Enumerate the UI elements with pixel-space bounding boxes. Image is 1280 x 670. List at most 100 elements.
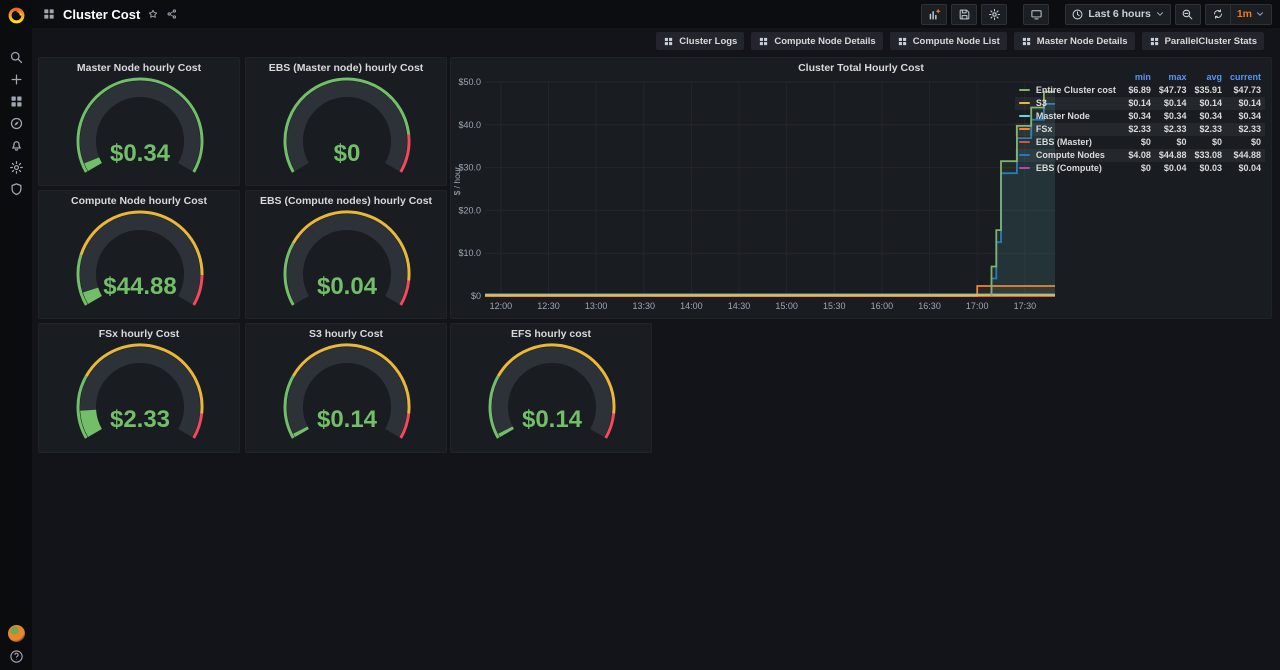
sidebar-item-dashboards[interactable] [0, 90, 32, 112]
time-range-picker[interactable]: Last 6 hours [1065, 3, 1171, 25]
gauge-panel: FSx hourly Cost $2.33 [38, 323, 240, 453]
svg-text:$0: $0 [471, 291, 481, 301]
panel-title[interactable]: Master Node hourly Cost [39, 58, 239, 77]
svg-text:12:30: 12:30 [537, 301, 560, 311]
legend-series-label[interactable]: Compute Nodes [1015, 149, 1120, 162]
gauge-panel: S3 hourly Cost $0.14 [245, 323, 447, 453]
sidebar-item-search[interactable] [0, 46, 32, 68]
apps-icon [9, 94, 24, 109]
grafana-logo[interactable] [0, 0, 32, 30]
sidebar-item-server-admin[interactable] [0, 178, 32, 200]
series-color-swatch [1018, 114, 1030, 117]
legend-stat-min: $0 [1140, 137, 1151, 147]
svg-text:16:00: 16:00 [871, 301, 894, 311]
gear-icon [9, 160, 24, 175]
legend-row: Master Node $0.34 $0.34 $0.34 $0.34 [1015, 110, 1265, 123]
help-icon[interactable] [9, 649, 24, 664]
gauge: $0.14 [488, 343, 616, 439]
gauge-value: $0.34 [110, 140, 171, 167]
user-avatar[interactable] [7, 625, 25, 642]
gauge-panel: EBS (Compute nodes) hourly Cost $0.04 [245, 190, 447, 319]
svg-text:14:30: 14:30 [728, 301, 751, 311]
legend-column-current[interactable]: current [1226, 71, 1265, 84]
dashboard-link-button[interactable]: Compute Node List [889, 32, 1007, 50]
dashboard-link-label: Compute Node List [912, 35, 1000, 47]
page-title[interactable]: Cluster Cost [63, 7, 140, 22]
gauge-panel: Master Node hourly Cost $0.34 [38, 57, 240, 186]
gauge-value: $2.33 [110, 406, 170, 433]
gauge: $0.04 [283, 210, 411, 306]
legend-column-min[interactable]: min [1120, 71, 1155, 84]
series-color-swatch [1018, 127, 1030, 130]
zoom-out-button[interactable] [1174, 3, 1201, 25]
legend-series-label[interactable]: EBS (Master) [1015, 136, 1120, 149]
dashboard-link-button[interactable]: ParallelCluster Stats [1141, 32, 1264, 50]
series-color-swatch [1018, 166, 1030, 169]
legend-series-label[interactable]: S3 [1015, 97, 1120, 110]
sidebar-item-configuration[interactable] [0, 156, 32, 178]
cycle-view-mode-button[interactable] [1023, 3, 1050, 25]
legend-row: S3 $0.14 $0.14 $0.14 $0.14 [1014, 97, 1265, 110]
dashboard-link-button[interactable]: Compute Node Details [751, 32, 883, 50]
svg-text:12:00: 12:00 [490, 301, 513, 311]
svg-text:$20.0: $20.0 [458, 205, 481, 215]
legend-stat-avg: $2.33 [1199, 124, 1222, 134]
panel-title[interactable]: FSx hourly Cost [39, 324, 239, 343]
legend-column-max[interactable]: max [1155, 71, 1191, 84]
add-panel-button[interactable] [921, 3, 948, 25]
time-series-chart[interactable]: $0 $10.0 $20.0 $30.0 $40.0 $50.0 12:00 12:30 13:… [451, 74, 1063, 318]
svg-text:15:30: 15:30 [823, 301, 846, 311]
panel-title[interactable]: EBS (Compute nodes) hourly Cost [246, 191, 446, 210]
legend-stat-min: $0.14 [1128, 98, 1151, 108]
legend-series-label[interactable]: EBS (Compute) [1015, 162, 1120, 175]
sidebar-item-alerting[interactable] [0, 134, 32, 156]
chart-legend: min max avg current Entire Cluster cost $6.… [1014, 71, 1265, 175]
panel-title[interactable]: EBS (Master node) hourly Cost [246, 58, 446, 77]
gauge: $0.34 [76, 77, 204, 173]
sidebar-item-explore[interactable] [0, 112, 32, 134]
gauge: $0 [283, 77, 411, 173]
panel-title[interactable]: S3 hourly Cost [246, 324, 446, 343]
dashboard-link-button[interactable]: Master Node Details [1013, 32, 1135, 50]
legend-column-avg[interactable]: avg [1190, 71, 1226, 84]
refresh-picker: 1m [1204, 3, 1272, 25]
legend-stat-max: $0.04 [1163, 163, 1187, 173]
save-dashboard-button[interactable] [951, 3, 978, 25]
legend-stat-avg: $33.08 [1194, 150, 1222, 160]
chevron-down-icon [1155, 9, 1165, 19]
search-icon [9, 50, 24, 65]
legend-series-label[interactable]: Entire Cluster cost [1015, 84, 1120, 97]
svg-text:13:00: 13:00 [585, 301, 608, 311]
legend-stat-min: $6.89 [1128, 85, 1151, 95]
dashboard-link-label: ParallelCluster Stats [1164, 35, 1257, 47]
top-navbar: Cluster Cost Last 6 hours 1m [32, 0, 1280, 28]
legend-stat-avg: $0.03 [1199, 163, 1222, 173]
panel-cluster-total-hourly-cost: Cluster Total Hourly Cost $ / hour $0 $10… [450, 57, 1272, 319]
panel-title[interactable]: EFS hourly cost [451, 324, 651, 343]
compass-icon [9, 116, 24, 131]
legend-stat-current: $44.88 [1233, 150, 1261, 160]
breadcrumb: Cluster Cost [42, 7, 178, 22]
refresh-button[interactable] [1206, 5, 1230, 24]
dashboard-link-label: Compute Node Details [774, 35, 876, 47]
legend-series-label[interactable]: Master Node [1015, 110, 1120, 123]
legend-stat-avg: $35.91 [1194, 85, 1222, 95]
panel-title[interactable]: Compute Node hourly Cost [39, 191, 239, 210]
sidebar-item-create[interactable] [0, 68, 32, 90]
legend-header-row: min max avg current [1015, 71, 1265, 84]
chevron-down-icon [1255, 9, 1265, 19]
legend-series-label[interactable]: FSx [1015, 123, 1120, 136]
legend-stat-min: $0 [1140, 163, 1151, 173]
refresh-interval-dropdown[interactable]: 1m [1231, 5, 1271, 24]
dashboard-link-button[interactable]: Cluster Logs [656, 32, 745, 50]
share-icon[interactable] [166, 8, 178, 20]
plus-icon [9, 72, 24, 87]
gauge-value: $0.04 [317, 273, 378, 300]
gauge-panel: Compute Node hourly Cost $44.88 [38, 190, 240, 319]
dashboard-link-label: Cluster Logs [679, 35, 738, 47]
dashboard-settings-button[interactable] [981, 3, 1008, 25]
star-icon[interactable] [147, 8, 159, 20]
legend-stat-min: $0.34 [1128, 111, 1151, 121]
svg-text:17:30: 17:30 [1014, 301, 1037, 311]
clock-icon [1071, 8, 1084, 21]
